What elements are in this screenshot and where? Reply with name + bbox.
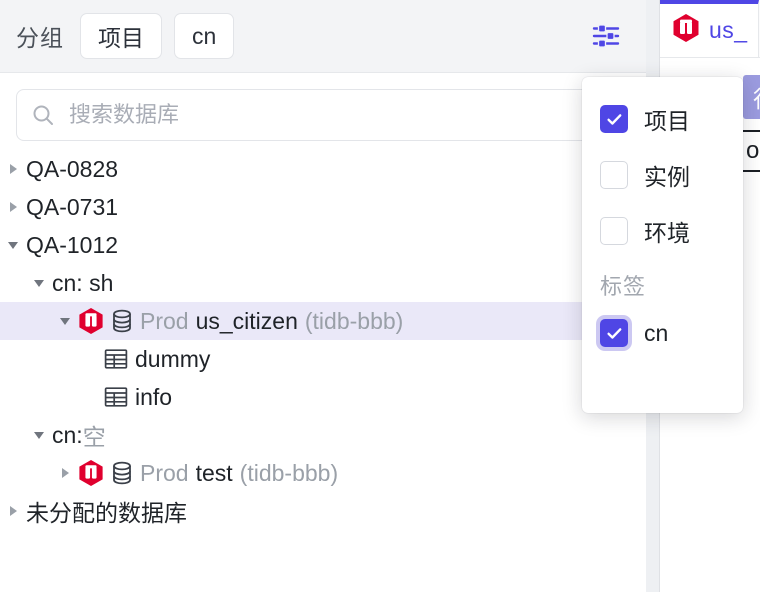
tab-strip: us_ (660, 0, 760, 58)
checkbox-label: 环境 (644, 220, 690, 246)
checkbox-box[interactable] (600, 105, 628, 133)
tree-twisty-expanded-icon[interactable] (0, 238, 26, 252)
tree-row-content: 未分配的数据库 (26, 494, 187, 528)
tree-row-label: info (135, 383, 173, 410)
checkbox-label: 项目 (644, 108, 690, 134)
result-row-count: oo (742, 130, 760, 172)
tree-twisty-collapsed-icon[interactable] (0, 504, 26, 518)
tree-twisty-collapsed-icon[interactable] (0, 162, 26, 176)
tab-label: us_ (709, 17, 748, 43)
tree-row-suffix: (tidb-bbb) (304, 307, 404, 334)
search-icon (31, 103, 55, 127)
run-button-label: 行 (753, 80, 760, 114)
checkbox-box[interactable] (600, 161, 628, 189)
tree-twisty-expanded-icon[interactable] (26, 428, 52, 442)
tree-twisty-collapsed-icon[interactable] (0, 200, 26, 214)
filter-dropdown-menu: 项目实例环境 标签 cn (582, 77, 743, 413)
tree-row-label: 未分配的数据库 (26, 500, 187, 526)
tree-row[interactable]: cn: sh (0, 264, 646, 302)
tree-row[interactable]: Prod us_citizen (tidb-bbb) (0, 302, 646, 340)
result-text: oo (746, 137, 760, 164)
tree-row-env: Prod (140, 307, 189, 334)
dropdown-item-list: 项目 实例 环境 (582, 91, 743, 259)
checkbox-label: cn (644, 319, 669, 346)
dropdown-checkbox-environment[interactable]: 环境 (582, 203, 743, 259)
tree-row-content: cn: sh (52, 270, 113, 297)
tree-row-env: Prod (140, 459, 189, 486)
group-header-bar: 分组 项目 cn (0, 0, 646, 73)
tree-row-label: cn: (52, 421, 83, 448)
dropdown-checkbox-project[interactable]: 项目 (582, 91, 743, 147)
tree-row-content: QA-0731 (26, 194, 118, 221)
tree-row-content: dummy (104, 346, 210, 373)
tree-row[interactable]: dummy (0, 340, 646, 378)
dropdown-checkbox-instance[interactable]: 实例 (582, 147, 743, 203)
table-icon (104, 348, 128, 370)
tree-row[interactable]: QA-1012 (0, 226, 646, 264)
database-icon (111, 309, 133, 333)
tree-row-label: QA-1012 (26, 231, 119, 258)
chip-cn-label: cn (192, 22, 217, 49)
database-tree: QA-0828 QA-0731 QA-1012 cn: sh Prod us_citize… (0, 141, 646, 530)
tree-twisty-expanded-icon[interactable] (26, 276, 52, 290)
checkbox-box[interactable] (600, 319, 628, 347)
tree-row-label: test (195, 459, 233, 486)
database-icon (111, 461, 133, 485)
tab-us-citizen[interactable]: us_ (660, 0, 759, 57)
chip-project[interactable]: 项目 (80, 13, 162, 59)
search-area (0, 73, 646, 141)
checkbox-label: 实例 (644, 164, 690, 190)
tree-row-label: cn: sh (52, 269, 114, 296)
tree-row-content: info (104, 384, 172, 411)
chip-project-label: 项目 (98, 25, 144, 51)
run-button[interactable]: 行 (743, 75, 760, 119)
dropdown-tag-list: cn (582, 305, 743, 361)
tree-row[interactable]: 未分配的数据库 (0, 492, 646, 530)
tree-row[interactable]: QA-0731 (0, 188, 646, 226)
tree-row[interactable]: QA-0828 (0, 150, 646, 188)
tree-row-suffix: (tidb-bbb) (239, 459, 339, 486)
tree-row-content: Prod us_citizen (tidb-bbb) (78, 307, 403, 335)
dropdown-checkbox-tag-cn[interactable]: cn (582, 305, 743, 361)
tree-row[interactable]: info (0, 378, 646, 416)
table-icon (104, 386, 128, 408)
tree-row-content: QA-0828 (26, 156, 118, 183)
database-tree-panel: 分组 项目 cn 搜索数据库 QA-0828 QA-0731 QA-1012 c… (0, 0, 646, 592)
tree-row-content: cn: 空 (52, 418, 106, 452)
checkbox-box[interactable] (600, 217, 628, 245)
search-input[interactable] (67, 101, 615, 129)
chip-cn[interactable]: cn (174, 13, 235, 59)
group-label: 分组 (16, 25, 64, 51)
tree-row[interactable]: Prod test (tidb-bbb) (0, 454, 646, 492)
tree-row-label: dummy (135, 345, 211, 372)
tree-twisty-expanded-icon[interactable] (52, 314, 78, 328)
tidb-logo-icon (78, 307, 104, 335)
tree-row-content: QA-1012 (26, 232, 118, 259)
tree-row-muted-suffix: 空 (82, 424, 106, 450)
tree-row[interactable]: cn: 空 (0, 416, 646, 454)
tree-row-label: QA-0828 (26, 155, 119, 182)
tidb-logo-icon (78, 459, 104, 487)
tree-twisty-collapsed-icon[interactable] (52, 466, 78, 480)
dropdown-section-label: 标签 (600, 274, 647, 299)
tree-row-label: us_citizen (195, 307, 298, 334)
tree-row-label: QA-0731 (26, 193, 119, 220)
tidb-logo-icon (672, 13, 700, 48)
sliders-filter-icon[interactable] (588, 19, 624, 53)
search-box[interactable] (16, 89, 630, 141)
tree-row-content: Prod test (tidb-bbb) (78, 459, 338, 487)
